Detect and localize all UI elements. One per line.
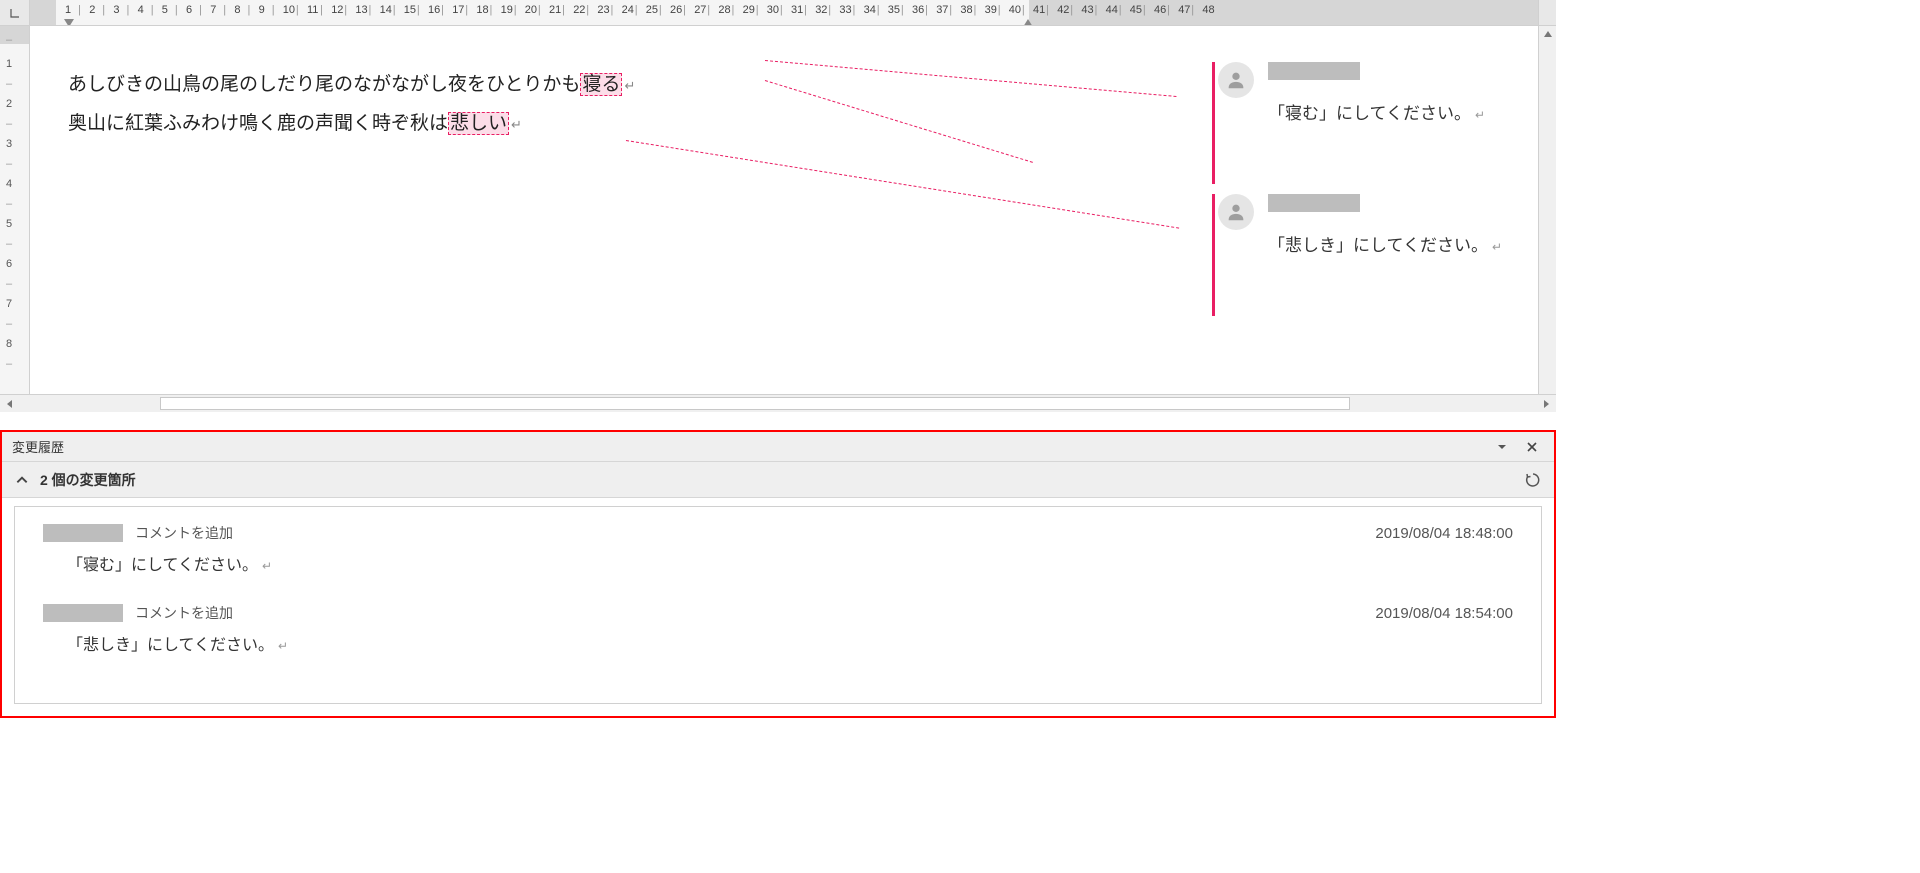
- comment-card[interactable]: 「悲しき」にしてください。↵: [1218, 194, 1538, 256]
- vertical-scrollbar[interactable]: [1538, 26, 1556, 394]
- revision-item[interactable]: コメントを追加 2019/08/04 18:54:00 「悲しき」にしてください…: [43, 603, 1513, 655]
- scrollbar-track[interactable]: [20, 395, 1536, 412]
- document-page: あしびきの山鳥の尾のしだり尾のながながし夜をひとりかも寝る↵ 奥山に紅葉ふみわけ…: [68, 66, 1028, 144]
- editor-main-row: –1–2–3–4–5–6–7–8– あしびきの山鳥の尾のしだり尾のながながし夜を…: [0, 26, 1556, 394]
- pilcrow-icon: ↵: [509, 117, 522, 132]
- comment-author-placeholder: [1268, 62, 1360, 80]
- pilcrow-icon: ↵: [1471, 108, 1485, 122]
- horizontal-scrollbar[interactable]: [0, 394, 1556, 412]
- pilcrow-icon: ↵: [274, 639, 288, 653]
- paragraph-text: 奥山に紅葉ふみわけ鳴く鹿の声聞く時ぞ秋は: [68, 113, 448, 134]
- horizontal-ruler[interactable]: 1|2|3|4|5|6|7|8|9|10|11|12|13|14|15|16|1…: [30, 0, 1538, 25]
- revision-body: 「悲しき」にしてください。↵: [43, 631, 1513, 655]
- scrollbar-thumb[interactable]: [160, 397, 1350, 410]
- revision-body: 「寝む」にしてください。↵: [43, 551, 1513, 575]
- vertical-ruler[interactable]: –1–2–3–4–5–6–7–8–: [0, 26, 30, 394]
- chevron-up-icon[interactable]: [12, 470, 32, 490]
- scroll-right-icon[interactable]: [1536, 395, 1556, 412]
- revisions-list[interactable]: コメントを追加 2019/08/04 18:48:00 「寝む」にしてください。…: [14, 506, 1542, 704]
- revision-timestamp: 2019/08/04 18:54:00: [1375, 605, 1513, 622]
- comment-text: 「悲しき」にしてください。↵: [1268, 231, 1502, 256]
- author-name-placeholder: [43, 524, 123, 542]
- commented-range[interactable]: 寝る: [580, 73, 622, 96]
- paragraph[interactable]: 奥山に紅葉ふみわけ鳴く鹿の声聞く時ぞ秋は悲しい↵: [68, 105, 1028, 144]
- comment-card[interactable]: 「寝む」にしてください。↵: [1218, 62, 1538, 124]
- comment-bar: [1212, 194, 1215, 316]
- avatar-icon: [1218, 62, 1254, 98]
- revisions-titlebar: 変更履歴: [2, 432, 1554, 462]
- comment-author-placeholder: [1268, 194, 1360, 212]
- panel-options-dropdown-icon[interactable]: [1490, 435, 1514, 459]
- commented-range[interactable]: 悲しい: [448, 112, 509, 135]
- revision-timestamp: 2019/08/04 18:48:00: [1375, 525, 1513, 542]
- ruler-row: 1|2|3|4|5|6|7|8|9|10|11|12|13|14|15|16|1…: [0, 0, 1556, 26]
- paragraph[interactable]: あしびきの山鳥の尾のしだり尾のながながし夜をひとりかも寝る↵: [68, 66, 1028, 105]
- pilcrow-icon: ↵: [258, 559, 272, 573]
- scroll-left-icon[interactable]: [0, 395, 20, 412]
- ruler-corner-tab-icon[interactable]: [0, 0, 30, 25]
- revisions-panel: 変更履歴 2 個の変更箇所 コメントを追加 2019/08/04 18:48:0…: [0, 430, 1556, 718]
- pilcrow-icon: ↵: [1488, 240, 1502, 254]
- document-viewport[interactable]: あしびきの山鳥の尾のしだり尾のながながし夜をひとりかも寝る↵ 奥山に紅葉ふみわけ…: [30, 26, 1538, 394]
- revisions-summary-bar: 2 個の変更箇所: [2, 462, 1554, 498]
- avatar-icon: [1218, 194, 1254, 230]
- revision-action-label: コメントを追加: [135, 603, 233, 623]
- ruler-right-cap: [1538, 0, 1556, 25]
- author-name-placeholder: [43, 604, 123, 622]
- revision-action-label: コメントを追加: [135, 523, 233, 543]
- refresh-icon[interactable]: [1522, 469, 1544, 491]
- comment-connector-line: [626, 140, 1179, 229]
- revisions-title: 変更履歴: [12, 437, 64, 456]
- comment-bar: [1212, 62, 1215, 184]
- revision-item[interactable]: コメントを追加 2019/08/04 18:48:00 「寝む」にしてください。…: [43, 523, 1513, 575]
- comment-text: 「寝む」にしてください。↵: [1268, 99, 1485, 124]
- comments-column: 「寝む」にしてください。↵ 「悲しき」にしてください。↵: [1218, 62, 1538, 326]
- close-icon[interactable]: [1520, 435, 1544, 459]
- paragraph-text: あしびきの山鳥の尾のしだり尾のながながし夜をひとりかも: [68, 74, 580, 95]
- scroll-up-icon[interactable]: [1539, 26, 1556, 42]
- pilcrow-icon: ↵: [622, 78, 635, 93]
- revisions-summary-label: 2 個の変更箇所: [40, 470, 136, 490]
